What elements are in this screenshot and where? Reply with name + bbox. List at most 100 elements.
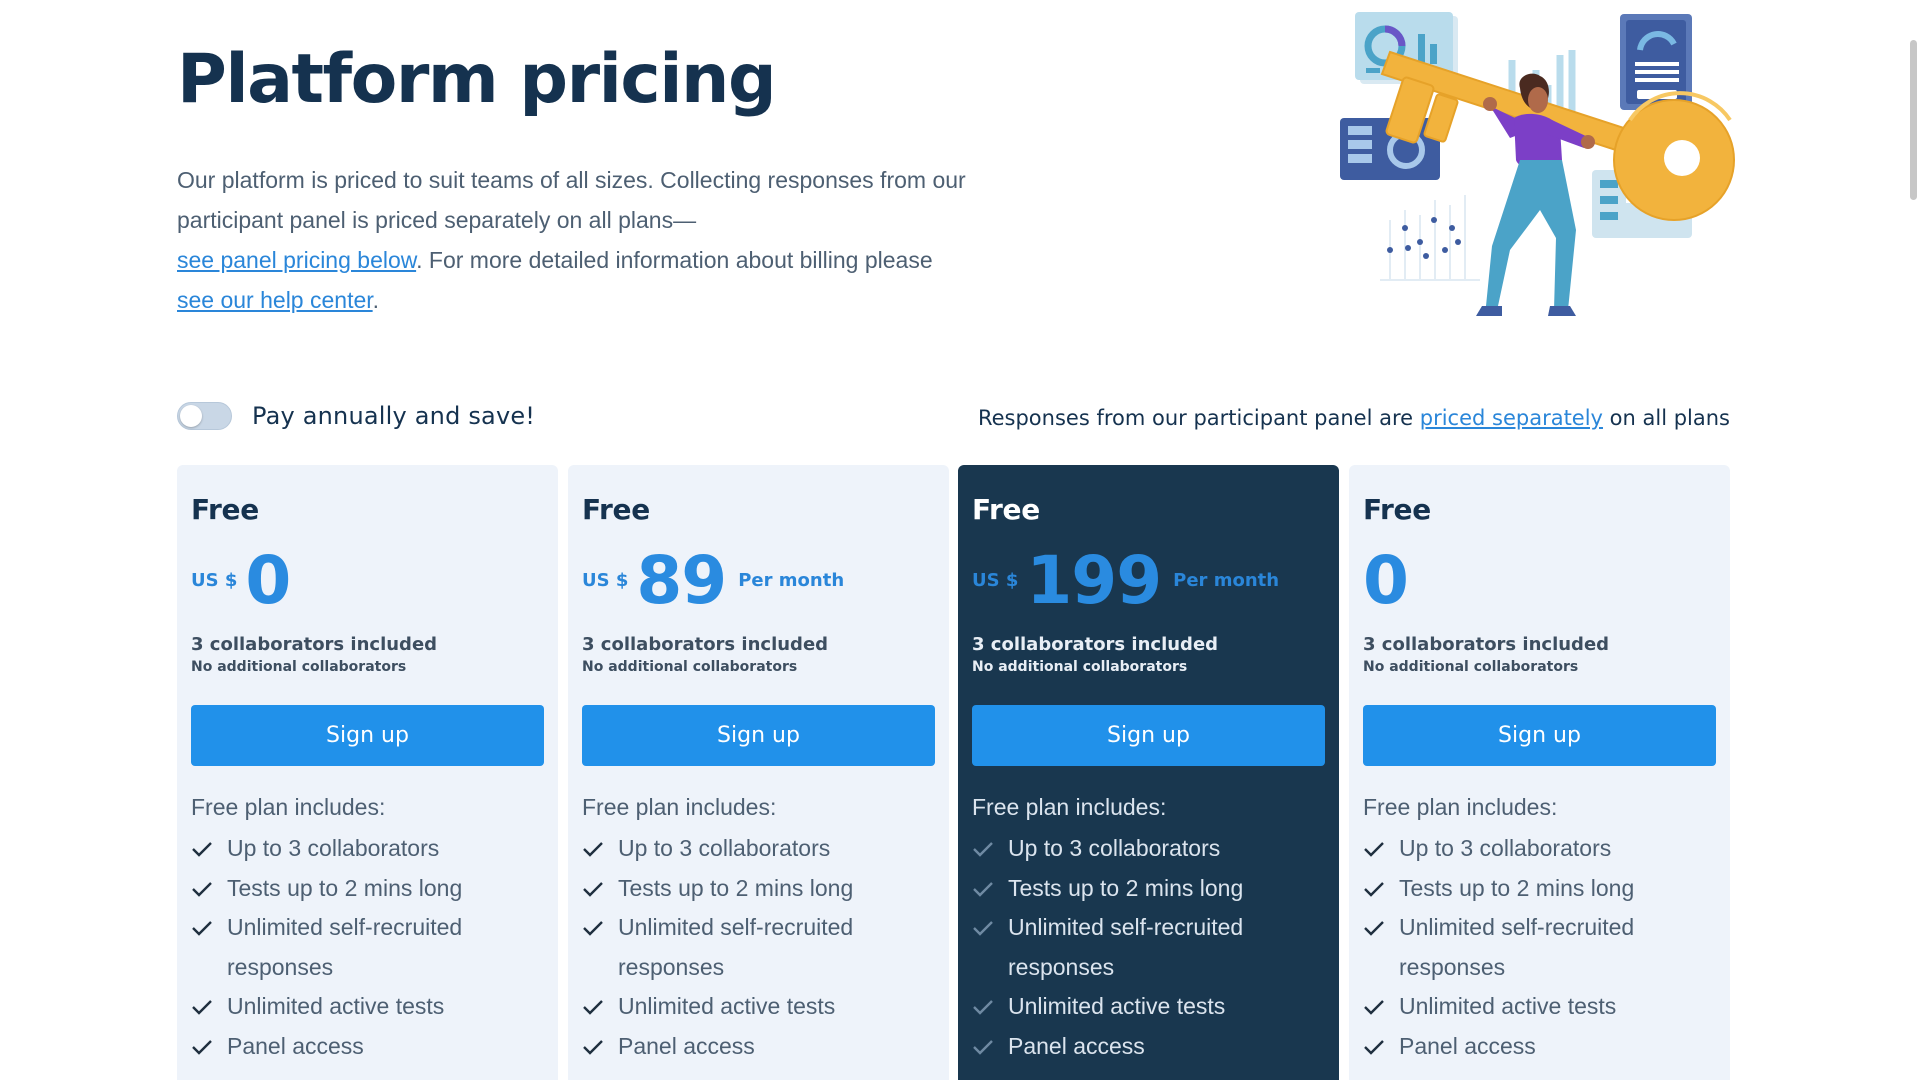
feature-label: Unlimited self-recruited responses bbox=[618, 914, 854, 980]
price-currency: US $ bbox=[972, 569, 1019, 591]
price-currency: US $ bbox=[582, 569, 629, 591]
check-icon bbox=[972, 1027, 1008, 1067]
sign-up-button[interactable]: Sign up bbox=[582, 705, 935, 766]
check-icon bbox=[191, 908, 227, 987]
collaborators-note: No additional collaborators bbox=[191, 659, 407, 675]
check-icon bbox=[972, 869, 1008, 909]
scrollbar-thumb[interactable] bbox=[1910, 40, 1917, 200]
price-amount: 199 bbox=[1026, 541, 1162, 619]
pricing-card: Free US $ 0 3 collaborators included No addi… bbox=[177, 465, 558, 1080]
plan-name: Free bbox=[1363, 493, 1431, 526]
annual-billing-toggle[interactable] bbox=[177, 402, 232, 430]
price-row: US $ 89 Per month bbox=[582, 540, 935, 620]
price-period: Per month bbox=[1173, 569, 1280, 591]
price-amount: 0 bbox=[1363, 541, 1409, 619]
feature-item: Unlimited active tests bbox=[1363, 987, 1716, 1027]
feature-label: Unlimited active tests bbox=[618, 993, 836, 1019]
collaborators-note: No additional collaborators bbox=[972, 659, 1188, 675]
price-amount: 0 bbox=[245, 541, 291, 619]
feature-item: Tests up to 2 mins long bbox=[1363, 869, 1716, 909]
feature-item: Unlimited self-recruited responses bbox=[972, 908, 1325, 987]
feature-item: Tests up to 2 mins long bbox=[191, 869, 544, 909]
feature-item: Unlimited self-recruited responses bbox=[191, 908, 544, 987]
feature-list: Up to 3 collaborators Tests up to 2 mins … bbox=[972, 829, 1325, 1066]
feature-list: Up to 3 collaborators Tests up to 2 mins … bbox=[1363, 829, 1716, 1066]
sign-up-button[interactable]: Sign up bbox=[191, 705, 544, 766]
collaborators-included: 3 collaborators included bbox=[191, 634, 438, 655]
feature-label: Tests up to 2 mins long bbox=[1008, 874, 1244, 901]
check-icon bbox=[972, 987, 1008, 1027]
pricing-card: Free US $ 89 Per month 3 collaborators inclu… bbox=[568, 465, 949, 1080]
feature-item: Tests up to 2 mins long bbox=[972, 869, 1325, 909]
check-icon bbox=[191, 869, 227, 909]
check-icon bbox=[582, 829, 618, 869]
priced-separately-link[interactable]: priced separately bbox=[1420, 406, 1603, 430]
price-row: US $ 199 Per month bbox=[972, 540, 1325, 620]
feature-item: Panel access bbox=[582, 1027, 935, 1067]
feature-label: Panel access bbox=[1008, 1032, 1145, 1059]
feature-label: Tests up to 2 mins long bbox=[618, 874, 854, 901]
page-scrollbar[interactable] bbox=[1906, 0, 1920, 1080]
check-icon bbox=[972, 829, 1008, 869]
feature-label: Tests up to 2 mins long bbox=[1399, 874, 1635, 901]
help-center-link[interactable]: see our help center bbox=[177, 287, 373, 313]
feature-list: Up to 3 collaborators Tests up to 2 mins … bbox=[191, 829, 544, 1066]
plan-includes-label: Free plan includes: bbox=[191, 794, 386, 820]
feature-item: Unlimited self-recruited responses bbox=[582, 908, 935, 987]
collaborators-included: 3 collaborators included bbox=[582, 634, 829, 655]
feature-label: Unlimited self-recruited responses bbox=[1399, 914, 1635, 980]
price-row: 0 bbox=[1363, 540, 1716, 620]
feature-label: Panel access bbox=[618, 1032, 755, 1059]
feature-label: Unlimited active tests bbox=[1399, 993, 1617, 1019]
key-illustration bbox=[1340, 12, 1735, 316]
feature-label: Unlimited self-recruited responses bbox=[227, 914, 463, 980]
feature-item: Up to 3 collaborators bbox=[191, 829, 544, 869]
check-icon bbox=[1363, 829, 1399, 869]
feature-label: Unlimited active tests bbox=[1008, 993, 1226, 1019]
feature-item: Up to 3 collaborators bbox=[582, 829, 935, 869]
feature-item: Panel access bbox=[1363, 1027, 1716, 1067]
feature-label: Up to 3 collaborators bbox=[618, 835, 831, 861]
plan-name: Free bbox=[191, 493, 259, 526]
sign-up-button[interactable]: Sign up bbox=[972, 705, 1325, 766]
feature-label: Panel access bbox=[1399, 1032, 1536, 1059]
pricing-card: Free 0 3 collaborators included No addition… bbox=[1349, 465, 1730, 1080]
feature-label: Up to 3 collaborators bbox=[1008, 835, 1221, 861]
intro-text-part-1: Our platform is priced to suit teams of … bbox=[177, 167, 966, 233]
feature-item: Tests up to 2 mins long bbox=[582, 869, 935, 909]
intro-text-part-2: . For more detailed information about bi… bbox=[416, 247, 933, 273]
price-amount: 89 bbox=[636, 541, 727, 619]
sign-up-button[interactable]: Sign up bbox=[1363, 705, 1716, 766]
check-icon bbox=[1363, 987, 1399, 1027]
check-icon bbox=[1363, 908, 1399, 987]
annual-billing-label: Pay annually and save! bbox=[252, 402, 536, 430]
toggle-knob bbox=[180, 405, 202, 427]
feature-list: Up to 3 collaborators Tests up to 2 mins … bbox=[582, 829, 935, 1066]
panel-pricing-link[interactable]: see panel pricing below bbox=[177, 247, 416, 273]
feature-item: Unlimited active tests bbox=[972, 987, 1325, 1027]
feature-label: Unlimited self-recruited responses bbox=[1008, 914, 1244, 980]
feature-item: Unlimited active tests bbox=[191, 987, 544, 1027]
check-icon bbox=[1363, 869, 1399, 909]
feature-item: Up to 3 collaborators bbox=[1363, 829, 1716, 869]
page-title: Platform pricing bbox=[177, 40, 777, 119]
panel-pricing-note: Responses from our participant panel are… bbox=[978, 406, 1730, 430]
feature-item: Up to 3 collaborators bbox=[972, 829, 1325, 869]
check-icon bbox=[582, 987, 618, 1027]
plan-includes-label: Free plan includes: bbox=[582, 794, 777, 820]
check-icon bbox=[191, 1027, 227, 1067]
plan-includes-label: Free plan includes: bbox=[1363, 794, 1558, 820]
price-period: Per month bbox=[738, 569, 845, 591]
price-currency: US $ bbox=[191, 569, 238, 591]
intro-text: Our platform is priced to suit teams of … bbox=[177, 160, 997, 320]
collaborators-note: No additional collaborators bbox=[1363, 659, 1579, 675]
feature-item: Unlimited active tests bbox=[582, 987, 935, 1027]
feature-label: Tests up to 2 mins long bbox=[227, 874, 463, 901]
feature-label: Up to 3 collaborators bbox=[227, 835, 440, 861]
check-icon bbox=[972, 908, 1008, 987]
check-icon bbox=[191, 987, 227, 1027]
feature-item: Panel access bbox=[972, 1027, 1325, 1067]
panel-note-prefix: Responses from our participant panel are bbox=[977, 406, 1420, 430]
plan-name: Free bbox=[582, 493, 650, 526]
plan-includes-label: Free plan includes: bbox=[972, 794, 1167, 820]
